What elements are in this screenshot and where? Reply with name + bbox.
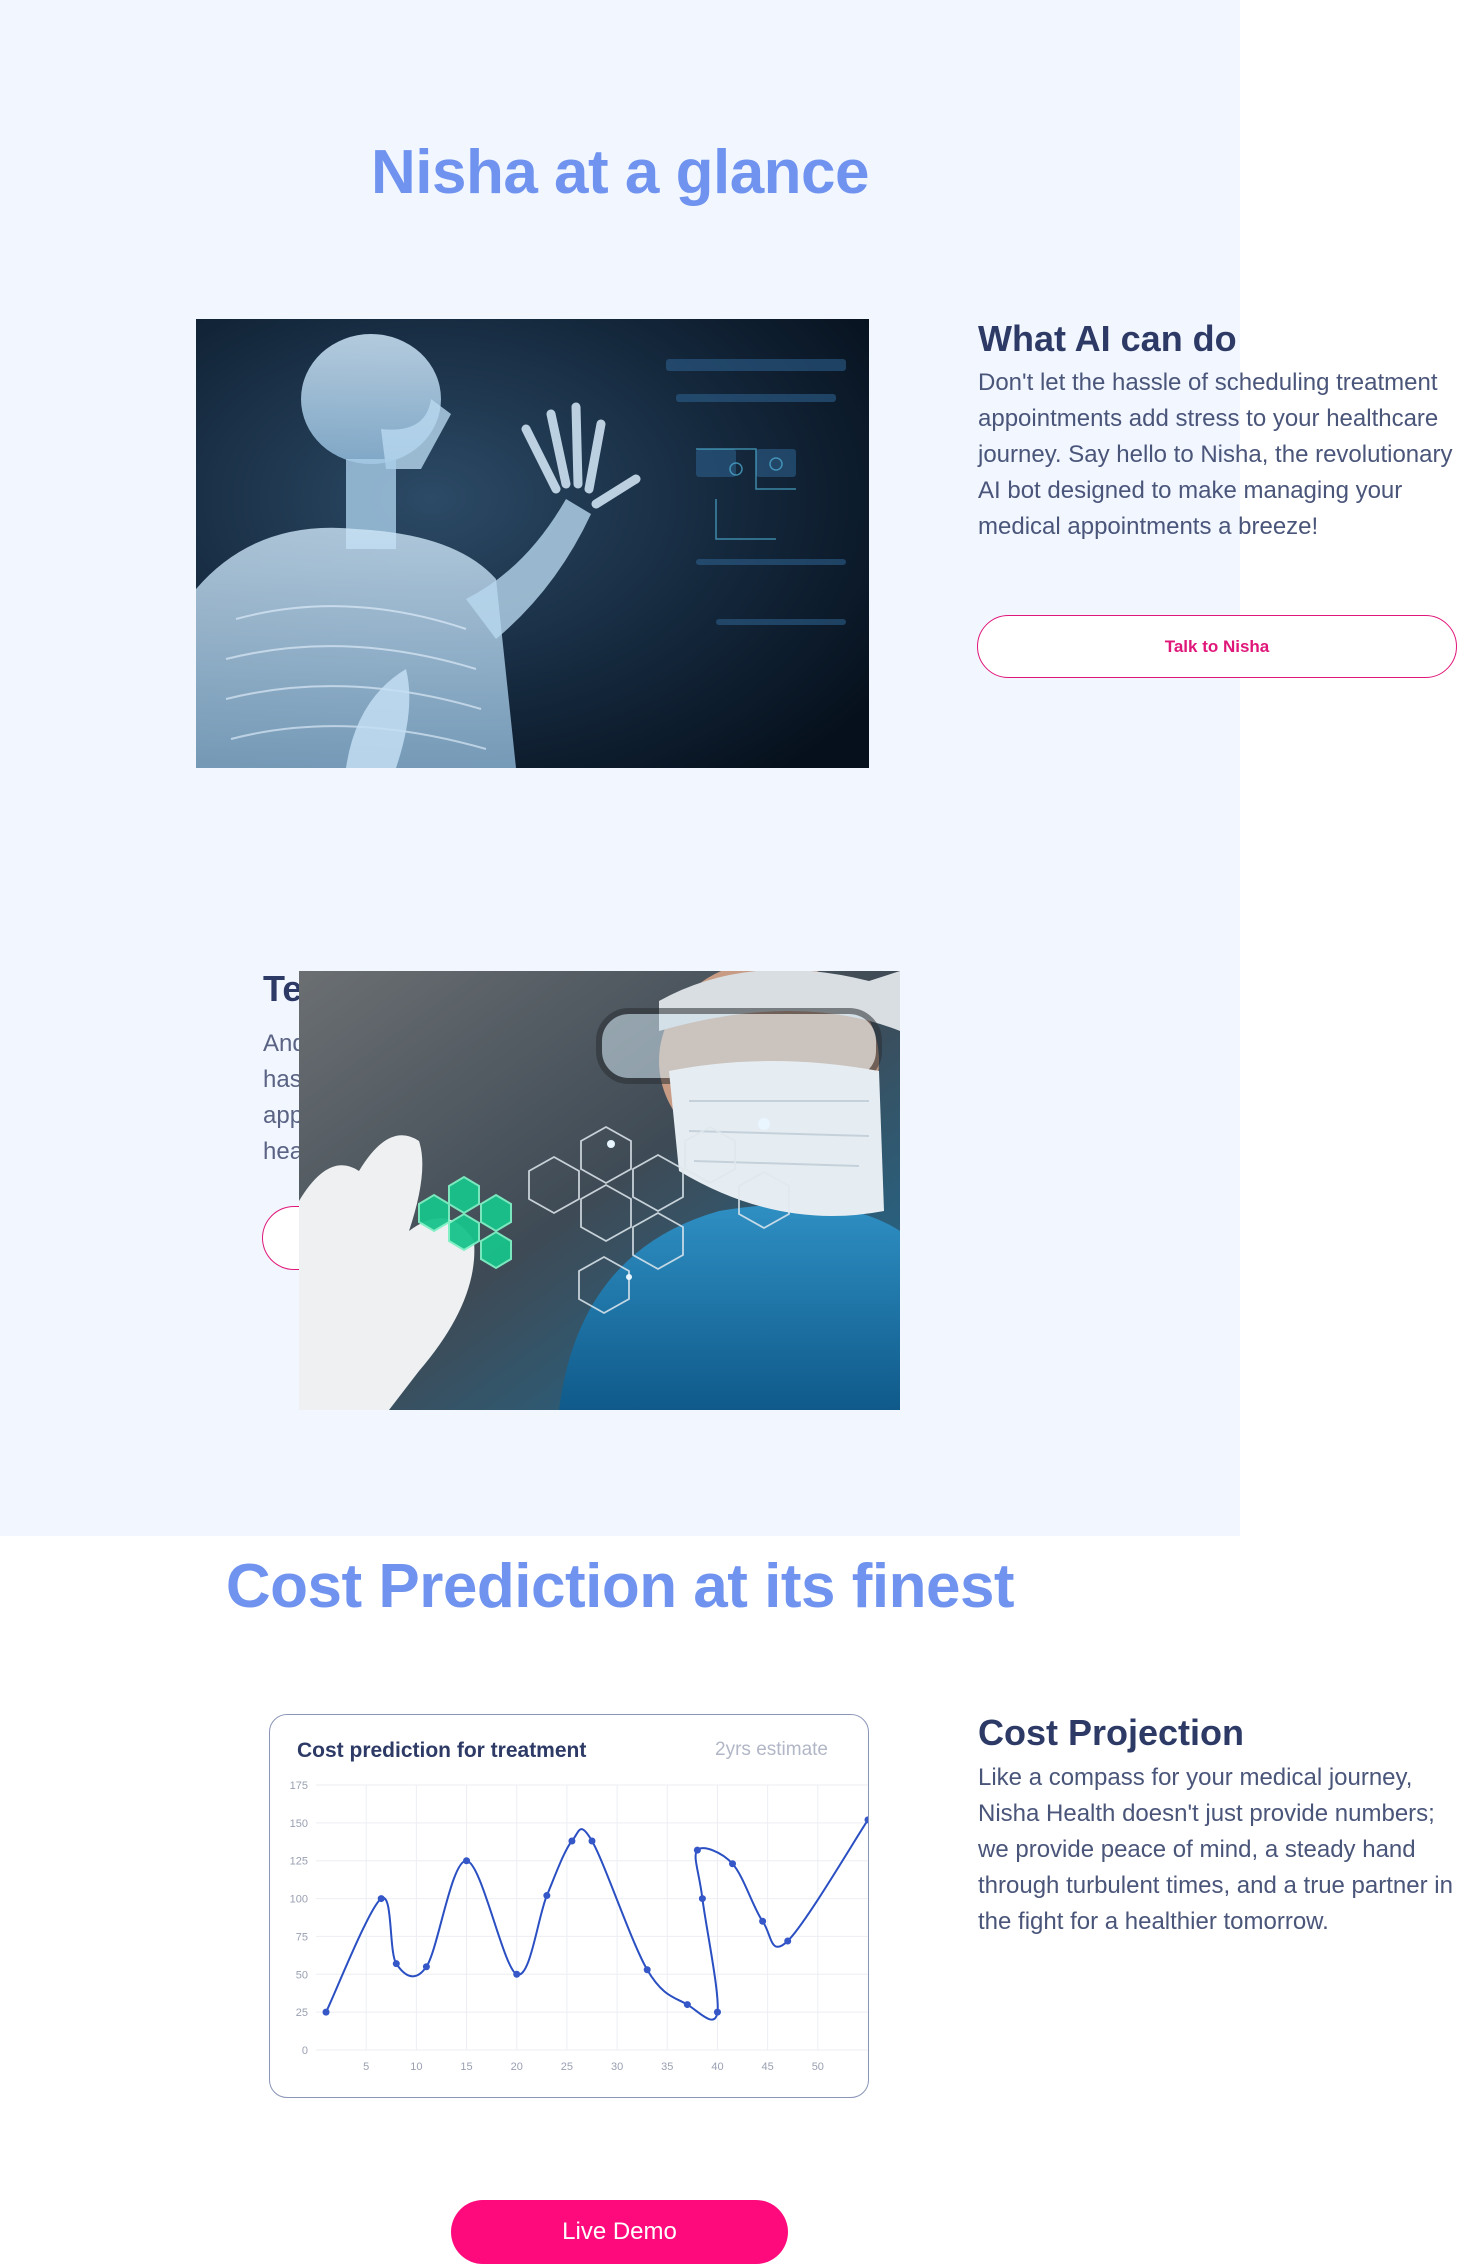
card-body-cost-projection: Like a compass for your medical journey,… (978, 1764, 1453, 1935)
cost-chart-svg: 0 25 50 75 100 125 150 175 5 10 15 20 25 30 35 40 45 50 (290, 1780, 868, 2073)
data-point (693, 1846, 701, 1854)
y-tick-label: 75 (296, 1931, 308, 1943)
data-point (759, 1917, 767, 1925)
data-point (683, 2001, 691, 2009)
data-point (568, 1837, 576, 1845)
data-point (713, 2008, 721, 2016)
data-point (543, 1892, 551, 1900)
cost-chart-card: Cost prediction for treatment 2yrs estim… (269, 1714, 869, 2098)
section-title: Nisha at a glance (370, 138, 870, 207)
y-tick-label: 25 (296, 2007, 308, 2019)
y-tick-label: 100 (290, 1894, 308, 1906)
y-tick-label: 0 (302, 2045, 308, 2057)
data-point (422, 1963, 430, 1971)
card-heading-cost-projection: Cost Projection (978, 1712, 1245, 1753)
data-point (513, 1970, 521, 1978)
data-point (784, 1937, 792, 1945)
y-tick-label: 175 (290, 1780, 308, 1792)
data-point (463, 1857, 471, 1865)
x-tick-label: 35 (661, 2061, 673, 2073)
y-tick-label: 125 (290, 1856, 308, 1868)
data-point (729, 1860, 737, 1868)
x-tick-label: 40 (711, 2061, 723, 2073)
talk-to-nisha-button[interactable]: Talk to Nisha (977, 615, 1457, 678)
x-tick-label: 30 (611, 2061, 623, 2073)
x-tick-label: 10 (410, 2061, 422, 2073)
y-tick-label: 50 (296, 1969, 308, 1981)
x-tick-label: 15 (460, 2061, 472, 2073)
live-demo-button[interactable]: Live Demo (451, 2200, 788, 2264)
x-tick-label: 5 (363, 2061, 369, 2073)
x-tick-label: 50 (812, 2061, 824, 2073)
data-point (377, 1895, 385, 1903)
series-line (325, 1819, 868, 2021)
y-tick-label: 150 (290, 1818, 308, 1830)
card-heading-what-ai: What AI can do (978, 318, 1237, 359)
skeleton-hologram-image (196, 319, 869, 768)
x-tick-label: 20 (511, 2061, 523, 2073)
section-title-cost: Cost Prediction at its finest (225, 1552, 1015, 1621)
data-point (392, 1960, 400, 1968)
data-point (643, 1966, 651, 1974)
x-tick-label: 25 (561, 2061, 573, 2073)
card-body-what-ai: Don't let the hassle of scheduling treat… (978, 369, 1453, 540)
doctor-hexagon-image (299, 971, 900, 1410)
data-point (322, 2008, 330, 2016)
data-point (864, 1816, 868, 1824)
data-point (698, 1895, 706, 1903)
x-tick-label: 45 (762, 2061, 774, 2073)
data-point (588, 1837, 596, 1845)
